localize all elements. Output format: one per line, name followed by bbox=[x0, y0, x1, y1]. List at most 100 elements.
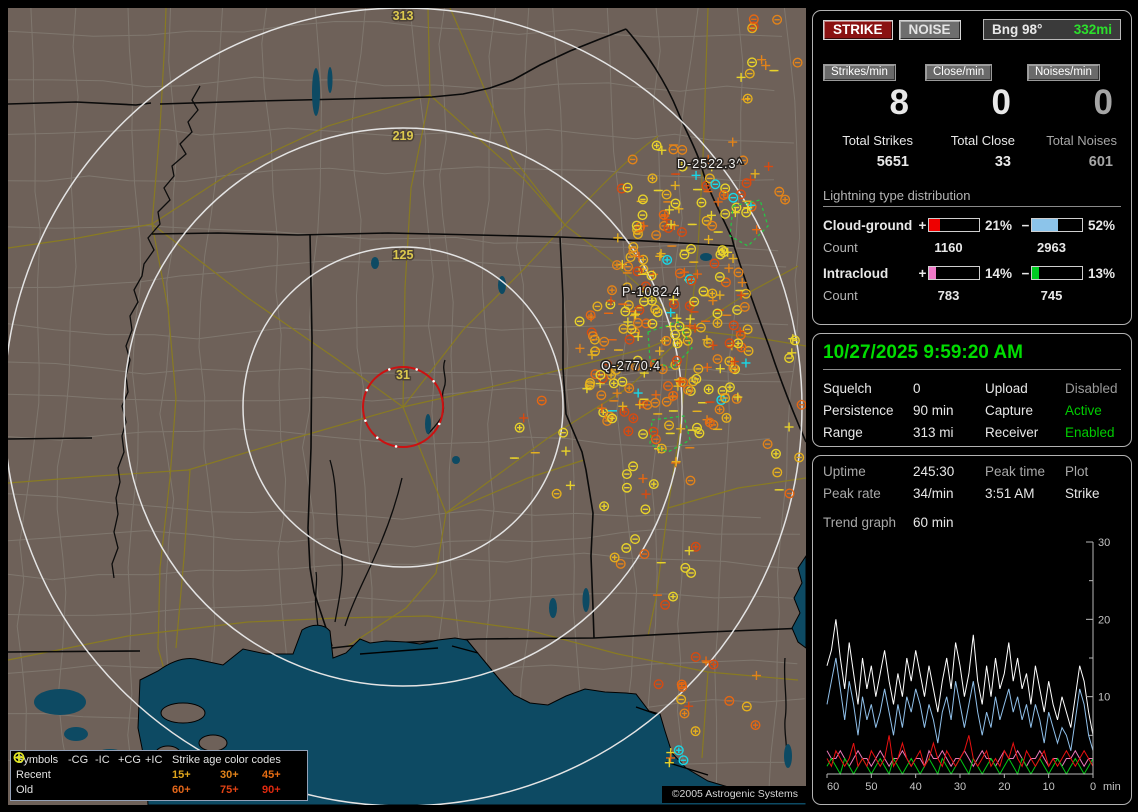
upload-label: Upload bbox=[985, 381, 1028, 396]
minus-sign: − bbox=[1021, 265, 1030, 281]
plot-value: Strike bbox=[1065, 486, 1100, 501]
bearing-readout: Bng 98° 332mi bbox=[983, 19, 1121, 40]
count-label: Count bbox=[823, 287, 858, 303]
peak-time-label: Peak time bbox=[985, 464, 1046, 479]
legend-header-age: Strike age color codes bbox=[172, 754, 281, 766]
age-code-45: 45+ bbox=[262, 769, 281, 781]
noises-per-min-chip[interactable]: Noises/min bbox=[1027, 64, 1100, 81]
svg-text:20: 20 bbox=[998, 781, 1010, 793]
cloud-ground-count-row: Count 1160 2963 bbox=[823, 240, 1121, 255]
intracloud-label: Intracloud bbox=[823, 265, 889, 281]
svg-text:Q-2770.4: Q-2770.4 bbox=[601, 359, 661, 373]
legend-row-old-label: Old bbox=[16, 784, 34, 796]
cg-plus-percent: 21% bbox=[985, 217, 1013, 233]
cg-minus-percent: 52% bbox=[1088, 217, 1116, 233]
plot-label: Plot bbox=[1065, 464, 1089, 479]
age-code-15: 15+ bbox=[172, 769, 191, 781]
total-strikes-value: 5651 bbox=[876, 153, 909, 170]
map-canvas: 313 219 125 31 D-2522.3^ P-1082.4 Q-2770.4 bbox=[8, 8, 806, 805]
svg-text:30: 30 bbox=[954, 781, 966, 793]
noise-mode-button[interactable]: NOISE bbox=[898, 19, 961, 40]
total-strikes-label: Total Strikes bbox=[842, 132, 913, 148]
svg-text:30: 30 bbox=[1098, 537, 1110, 549]
age-code-75: 75+ bbox=[220, 784, 239, 796]
svg-text:31: 31 bbox=[396, 368, 410, 382]
strike-counters-panel: STRIKE NOISE Bng 98° 332mi Strikes/min C… bbox=[812, 10, 1132, 325]
svg-text:10: 10 bbox=[1098, 692, 1110, 704]
ic-plus-percent: 14% bbox=[985, 265, 1013, 281]
close-per-min-value: 0 bbox=[991, 83, 1011, 122]
svg-text:313: 313 bbox=[393, 9, 414, 23]
ic-plus-bar bbox=[928, 266, 980, 281]
upload-status: Disabled bbox=[1065, 381, 1118, 396]
svg-text:10: 10 bbox=[1043, 781, 1055, 793]
intracloud-row: Intracloud + 14% − 13% bbox=[823, 266, 1121, 281]
total-noises-label: Total Noises bbox=[1046, 132, 1117, 148]
ic-plus-count: 783 bbox=[937, 287, 960, 303]
svg-text:min: min bbox=[1103, 781, 1121, 793]
bearing-value: Bng 98° bbox=[992, 22, 1043, 37]
svg-text:40: 40 bbox=[910, 781, 922, 793]
bearing-range-value: 332mi bbox=[1073, 22, 1112, 37]
age-code-60: 60+ bbox=[172, 784, 191, 796]
svg-text:P-1082.4: P-1082.4 bbox=[622, 285, 681, 299]
distribution-header: Lightning type distribution bbox=[823, 188, 1121, 207]
svg-text:60: 60 bbox=[827, 781, 839, 793]
peak-time-value: 3:51 AM bbox=[985, 486, 1035, 501]
total-close-label: Total Close bbox=[950, 132, 1015, 148]
receiver-label: Receiver bbox=[985, 425, 1039, 440]
datetime-display: 10/27/2025 9:59:20 AM bbox=[823, 342, 1121, 370]
svg-text:0: 0 bbox=[1090, 781, 1096, 793]
close-per-min-chip[interactable]: Close/min bbox=[925, 64, 993, 81]
trend-graph-value: 60 min bbox=[913, 515, 954, 530]
squelch-value: 0 bbox=[913, 381, 921, 396]
cloud-ground-label: Cloud-ground bbox=[823, 217, 913, 233]
legend-header-pos-cg: +CG bbox=[118, 754, 141, 766]
copyright-text: ©2005 Astrogenic Systems bbox=[661, 786, 806, 803]
minus-sign: − bbox=[1021, 217, 1030, 233]
app-window: 313 219 125 31 D-2522.3^ P-1082.4 Q-2770.4 Sym… bbox=[0, 0, 1138, 812]
age-code-30: 30+ bbox=[220, 769, 239, 781]
cg-plus-bar bbox=[928, 218, 980, 233]
capture-label: Capture bbox=[985, 403, 1034, 418]
map-symbol-legend: Symbols -CG -IC +CG +IC Strike age color… bbox=[10, 750, 308, 801]
trend-graph-label: Trend graph bbox=[823, 515, 897, 530]
cloud-ground-row: Cloud-ground + 21% − 52% bbox=[823, 218, 1121, 233]
ic-minus-bar bbox=[1031, 266, 1083, 281]
status-panel: 10/27/2025 9:59:20 AM Squelch 0 Upload D… bbox=[812, 333, 1132, 447]
plus-sign: + bbox=[918, 265, 927, 281]
cg-minus-count: 2963 bbox=[1037, 239, 1066, 255]
persistence-label: Persistence bbox=[823, 403, 894, 418]
range-label: Range bbox=[823, 425, 863, 440]
uptime-value: 245:30 bbox=[913, 464, 955, 479]
plus-sign: + bbox=[918, 217, 927, 233]
total-close-value: 33 bbox=[994, 153, 1011, 170]
trend-panel: Uptime 245:30 Peak time Plot Peak rate 3… bbox=[812, 455, 1132, 805]
cg-plus-count: 1160 bbox=[934, 239, 963, 255]
legend-header-neg-ic: -IC bbox=[95, 754, 110, 766]
peak-rate-value: 34/min bbox=[913, 486, 954, 501]
trend-graph: 10 20 30 60 50 40 30 20 10 0 min bbox=[823, 534, 1123, 799]
svg-text:219: 219 bbox=[393, 129, 414, 143]
strikes-per-min-value: 8 bbox=[889, 83, 909, 122]
ic-minus-count: 745 bbox=[1040, 287, 1063, 303]
svg-text:D-2522.3^: D-2522.3^ bbox=[677, 157, 743, 171]
svg-text:125: 125 bbox=[393, 248, 414, 262]
range-value: 313 mi bbox=[913, 425, 954, 440]
legend-row-recent-label: Recent bbox=[16, 769, 51, 781]
trend-chart-canvas: 10 20 30 60 50 40 30 20 10 0 min bbox=[823, 534, 1123, 796]
legend-header-neg-cg: -CG bbox=[68, 754, 89, 766]
strike-mode-button[interactable]: STRIKE bbox=[823, 19, 893, 40]
intracloud-count-row: Count 783 745 bbox=[823, 288, 1121, 303]
ic-minus-percent: 13% bbox=[1088, 265, 1116, 281]
squelch-label: Squelch bbox=[823, 381, 872, 396]
lightning-map[interactable]: 313 219 125 31 D-2522.3^ P-1082.4 Q-2770.4 Sym… bbox=[8, 8, 806, 805]
persistence-value: 90 min bbox=[913, 403, 954, 418]
svg-text:50: 50 bbox=[865, 781, 877, 793]
noises-per-min-value: 0 bbox=[1093, 83, 1113, 122]
receiver-status: Enabled bbox=[1065, 425, 1115, 440]
age-code-90: 90+ bbox=[262, 784, 281, 796]
peak-rate-label: Peak rate bbox=[823, 486, 881, 501]
capture-status: Active bbox=[1065, 403, 1102, 418]
strikes-per-min-chip[interactable]: Strikes/min bbox=[823, 64, 896, 81]
